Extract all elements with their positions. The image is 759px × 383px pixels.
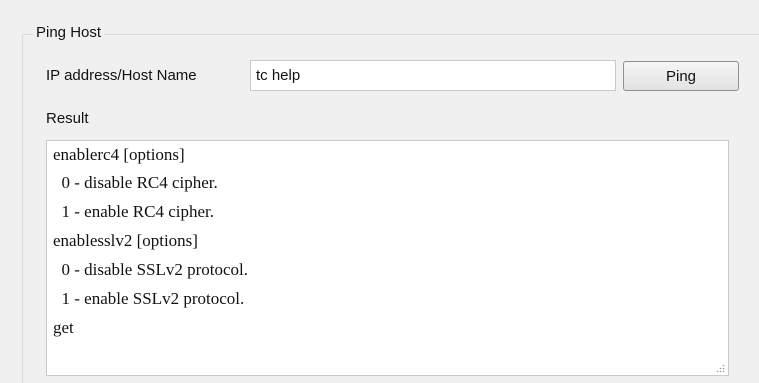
ip-address-label: IP address/Host Name: [46, 67, 197, 84]
resize-grip-icon[interactable]: [715, 363, 725, 373]
group-title: Ping Host: [33, 23, 105, 43]
result-line: 1 - enable SSLv2 protocol.: [53, 289, 245, 308]
ip-address-input[interactable]: [250, 60, 616, 91]
result-line: enablerc4 [options]: [53, 145, 185, 164]
ping-host-panel: Ping Host IP address/Host Name Ping Resu…: [0, 0, 759, 383]
result-line: 0 - disable RC4 cipher.: [53, 173, 218, 192]
result-line: get: [53, 318, 74, 337]
ping-button[interactable]: Ping: [623, 61, 739, 91]
result-line: enablesslv2 [options]: [53, 231, 198, 250]
result-line: 1 - enable RC4 cipher.: [53, 202, 215, 221]
result-label: Result: [46, 110, 89, 127]
result-line: 0 - disable SSLv2 protocol.: [53, 260, 249, 279]
result-textarea[interactable]: enablerc4 [options] 0 - disable RC4 ciph…: [46, 140, 729, 376]
